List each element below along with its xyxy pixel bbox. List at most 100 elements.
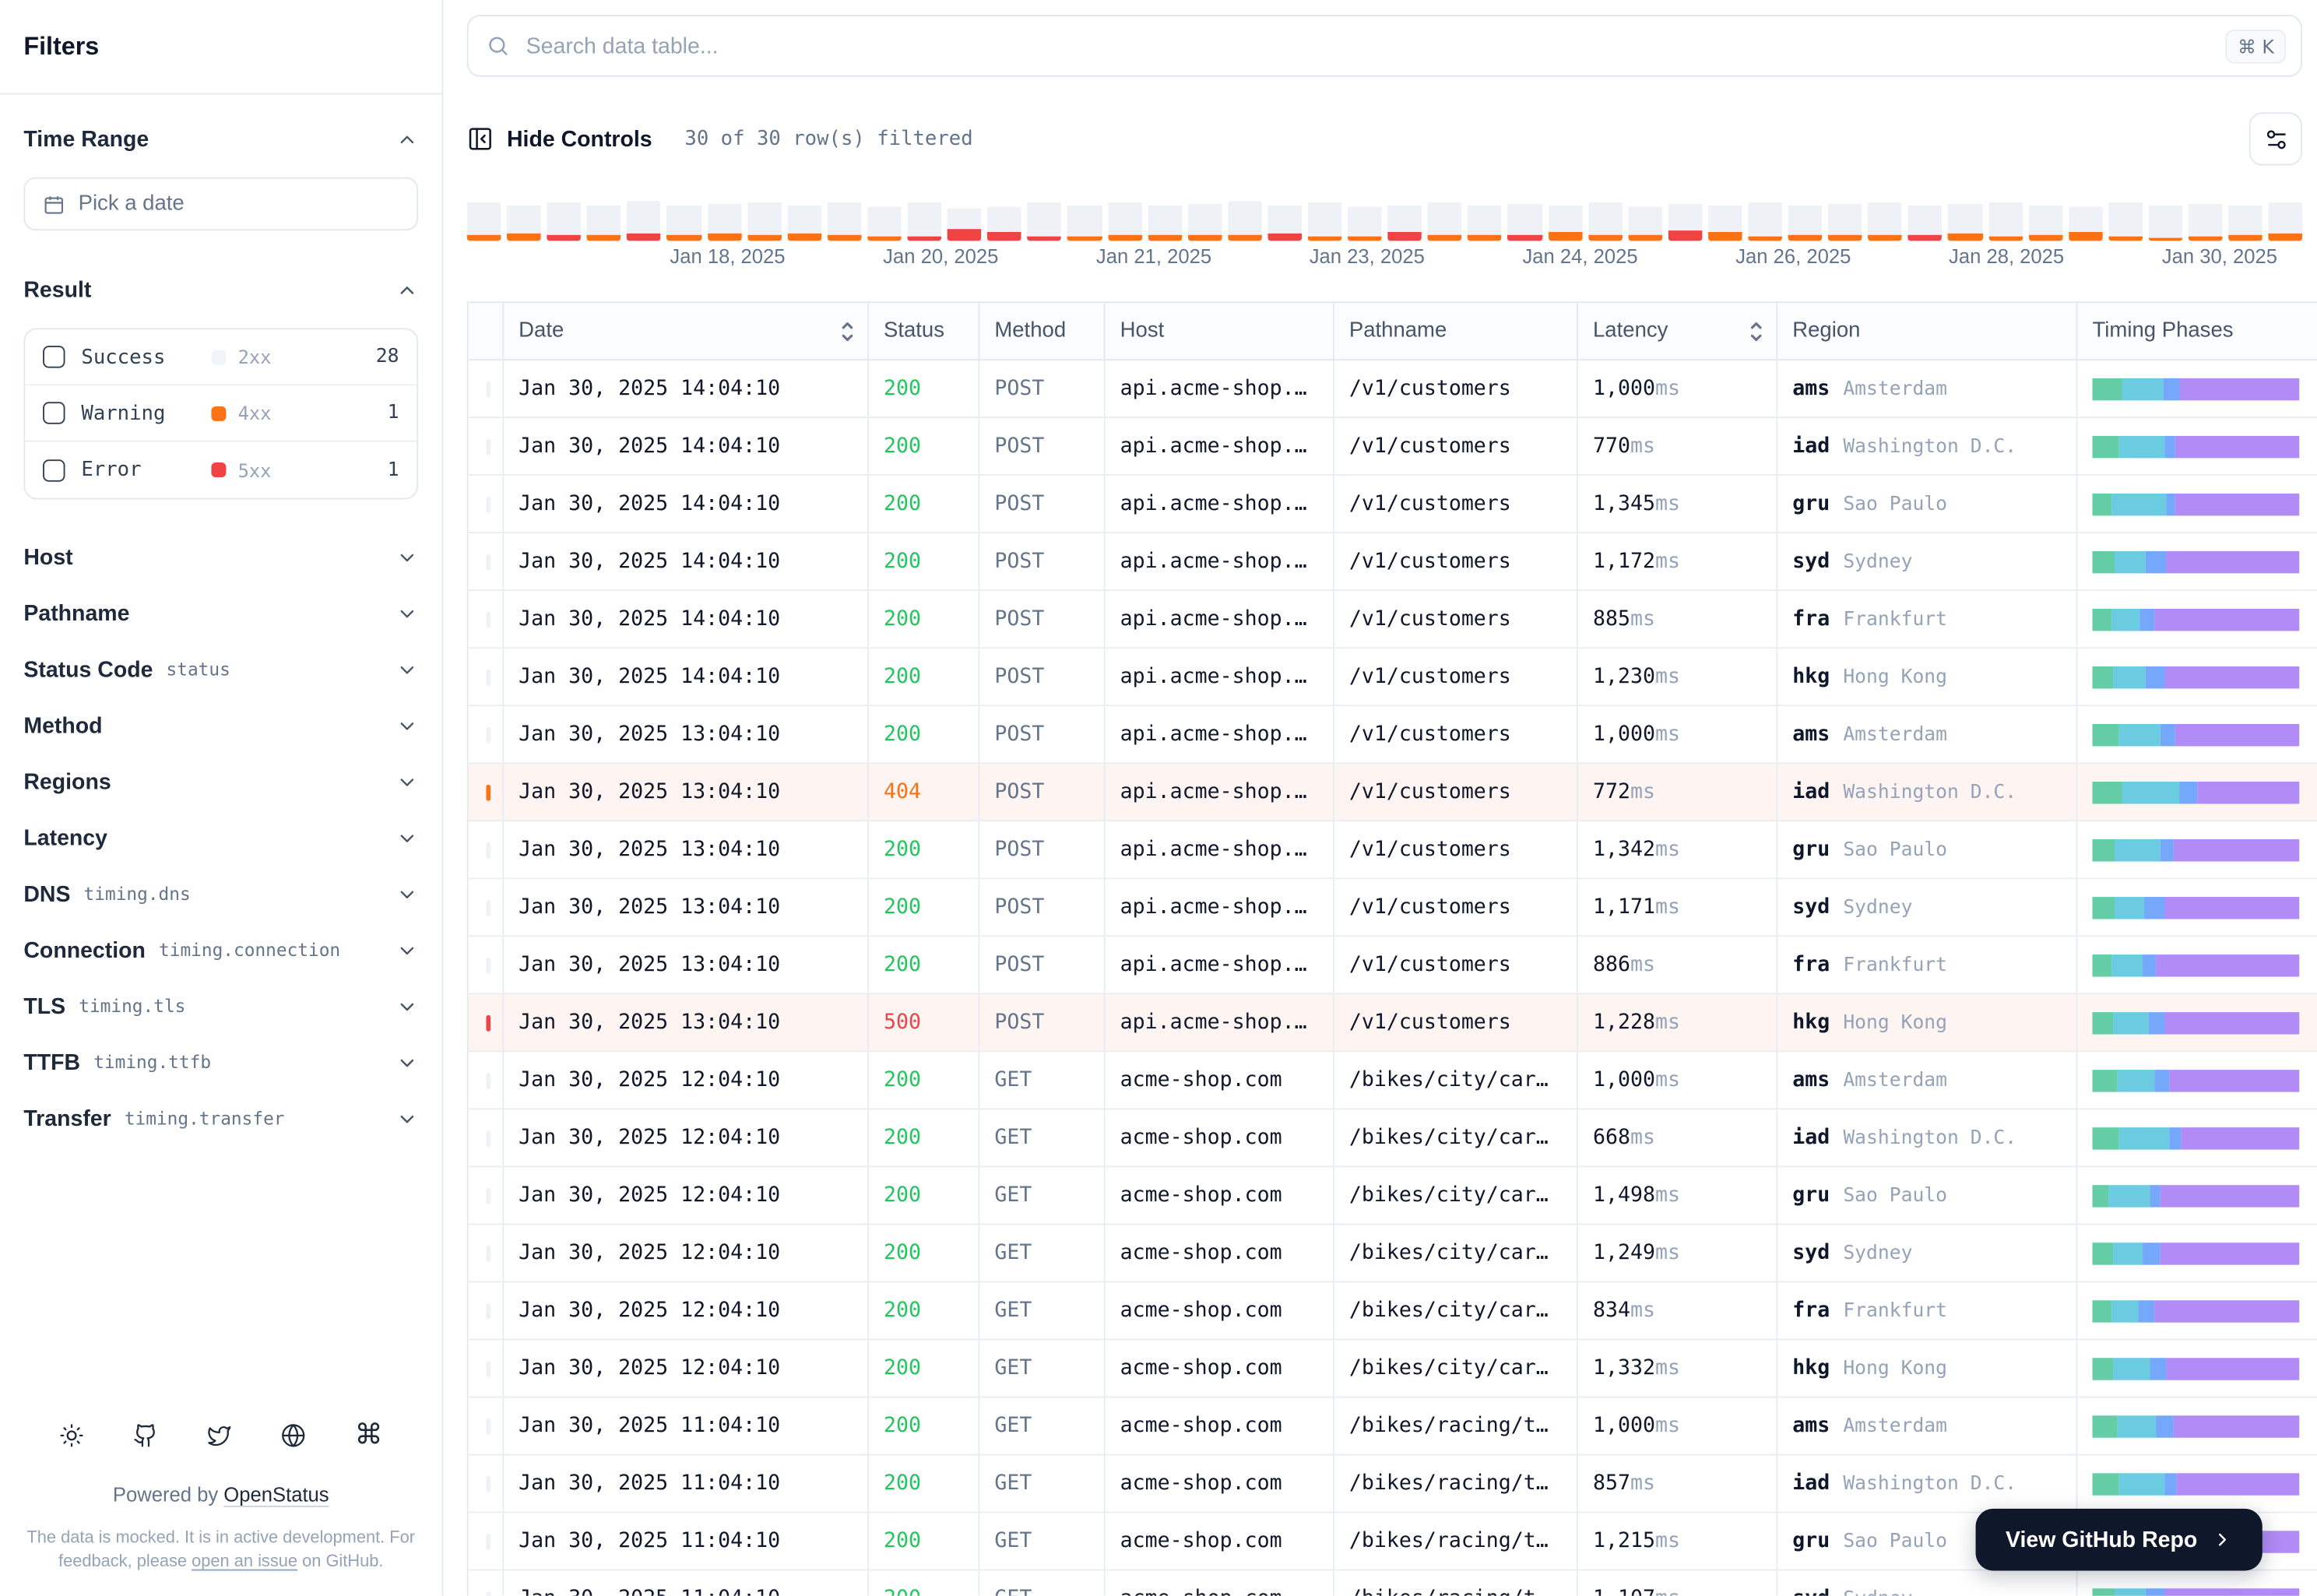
- cell-select[interactable]: [469, 418, 505, 475]
- column-header-pathname[interactable]: Pathname: [1334, 303, 1579, 360]
- cell-select[interactable]: [469, 1397, 505, 1454]
- row-checkbox[interactable]: [486, 1071, 491, 1088]
- column-header-method[interactable]: Method: [979, 303, 1106, 360]
- result-header[interactable]: Result: [23, 275, 418, 304]
- table-row[interactable]: Jan 30, 2025 11:04:10200GETacme-shop.com…: [468, 1455, 2317, 1513]
- filter-section-transfer[interactable]: Transfer timing.transfer: [0, 1091, 441, 1147]
- row-checkbox[interactable]: [486, 841, 491, 858]
- view-options-button[interactable]: [2248, 112, 2303, 166]
- cell-select[interactable]: [469, 1570, 505, 1596]
- column-header-region[interactable]: Region: [1777, 303, 2078, 360]
- row-checkbox[interactable]: [486, 1360, 491, 1376]
- timeline-bar[interactable]: [1828, 201, 1862, 241]
- row-checkbox[interactable]: [486, 726, 491, 743]
- row-checkbox[interactable]: [486, 380, 491, 397]
- openstatus-link[interactable]: OpenStatus: [223, 1483, 329, 1505]
- row-checkbox[interactable]: [486, 1591, 491, 1596]
- timeline-bar[interactable]: [2228, 201, 2263, 241]
- timeline-bar[interactable]: [907, 201, 942, 241]
- row-checkbox[interactable]: [486, 610, 491, 628]
- row-checkbox[interactable]: [486, 1187, 491, 1204]
- time-range-header[interactable]: Time Range: [23, 124, 418, 153]
- row-checkbox[interactable]: [486, 1245, 491, 1261]
- table-row[interactable]: Jan 30, 2025 12:04:10 200 GET acme-shop.com…: [468, 1109, 2317, 1168]
- column-header-host[interactable]: Host: [1106, 303, 1334, 360]
- table-row[interactable]: Jan 30, 2025 12:04:10 200 GET acme-shop.com…: [468, 1340, 2317, 1398]
- timeline-bar[interactable]: [1107, 201, 1142, 241]
- table-row[interactable]: Jan 30, 2025 12:04:10 200 GET acme-shop.com…: [468, 1052, 2317, 1110]
- view-github-repo-button[interactable]: View GitHub Repo: [1976, 1508, 2263, 1571]
- table-row[interactable]: Jan 30, 2025 13:04:10 200 POST api.acme-sho…: [468, 879, 2317, 937]
- timeline-bar[interactable]: [2108, 201, 2143, 241]
- timeline-bar[interactable]: [747, 201, 782, 241]
- row-checkbox[interactable]: [486, 668, 491, 685]
- timeline-bar[interactable]: [666, 201, 701, 241]
- timeline-bar[interactable]: [867, 201, 902, 241]
- timeline-bar[interactable]: [1507, 201, 1542, 241]
- filter-section-method[interactable]: Method: [0, 698, 441, 754]
- filter-section-connection[interactable]: Connection timing.connection: [0, 922, 441, 978]
- table-row[interactable]: Jan 30, 2025 13:04:10 200 POST api.acme-sho…: [468, 821, 2317, 880]
- timeline-bar[interactable]: [507, 201, 542, 241]
- result-item-error[interactable]: Error 5xx 1: [25, 441, 417, 498]
- row-checkbox[interactable]: [486, 956, 491, 973]
- timeline-bar[interactable]: [1187, 201, 1222, 241]
- table-row[interactable]: Jan 30, 2025 13:04:10 200 POST api.acme-sho…: [468, 937, 2317, 995]
- twitter-icon[interactable]: [207, 1422, 232, 1447]
- table-row[interactable]: Jan 30, 2025 12:04:10 200 GET acme-shop.com…: [468, 1225, 2317, 1283]
- command-icon[interactable]: ⌘: [355, 1420, 383, 1448]
- table-row[interactable]: Jan 30, 2025 12:04:10 200 GET acme-shop.com…: [468, 1167, 2317, 1225]
- filter-section-pathname[interactable]: Pathname: [0, 585, 441, 642]
- cell-select[interactable]: [469, 879, 505, 936]
- cell-select[interactable]: [469, 360, 505, 417]
- cell-select[interactable]: [469, 533, 505, 590]
- timeline-bar[interactable]: [466, 201, 501, 241]
- timeline-bar[interactable]: [1468, 201, 1503, 241]
- timeline-bar[interactable]: [1707, 201, 1742, 241]
- timeline-bar[interactable]: [1748, 201, 1783, 241]
- timeline-bar[interactable]: [787, 201, 821, 241]
- timeline-bar[interactable]: [587, 201, 621, 241]
- sun-icon[interactable]: [59, 1422, 84, 1447]
- row-checkbox[interactable]: [486, 1302, 491, 1319]
- timeline-bar[interactable]: [1868, 201, 1903, 241]
- hide-controls-button[interactable]: Hide Controls: [467, 125, 652, 152]
- date-picker-button[interactable]: Pick a date: [23, 177, 419, 231]
- cell-select[interactable]: [469, 937, 505, 993]
- timeline-bar[interactable]: [1067, 201, 1102, 241]
- cell-select[interactable]: [469, 1109, 505, 1166]
- filter-section-latency[interactable]: Latency: [0, 810, 441, 866]
- timeline-bar[interactable]: [1427, 201, 1462, 241]
- timeline-bar[interactable]: [1907, 201, 1943, 241]
- cell-select[interactable]: [469, 1340, 505, 1397]
- cell-select[interactable]: [469, 591, 505, 648]
- table-row[interactable]: Jan 30, 2025 14:04:10 200 POST api.acme-sho…: [468, 418, 2317, 476]
- timeline-chart[interactable]: [466, 201, 2303, 241]
- timeline-bar[interactable]: [987, 201, 1022, 241]
- table-row[interactable]: Jan 30, 2025 11:04:10200GETacme-shop.com…: [468, 1570, 2317, 1596]
- cell-select[interactable]: [469, 1052, 505, 1109]
- row-checkbox[interactable]: [486, 1475, 491, 1492]
- timeline-bar[interactable]: [2028, 201, 2063, 241]
- filter-section-ttfb[interactable]: TTFB timing.ttfb: [0, 1035, 441, 1091]
- timeline-bar[interactable]: [2148, 201, 2183, 241]
- cell-select[interactable]: [469, 821, 505, 878]
- row-checkbox[interactable]: [486, 783, 491, 800]
- filter-section-status-code[interactable]: Status Code status: [0, 642, 441, 698]
- timeline-bar[interactable]: [1147, 201, 1182, 241]
- cell-select[interactable]: [469, 706, 505, 763]
- row-checkbox[interactable]: [486, 495, 491, 512]
- timeline-bar[interactable]: [1548, 201, 1583, 241]
- filter-section-dns[interactable]: DNS timing.dns: [0, 866, 441, 922]
- timeline-bar[interactable]: [1587, 201, 1623, 241]
- cell-select[interactable]: [469, 1455, 505, 1512]
- search-input[interactable]: [522, 31, 2226, 60]
- timeline-bar[interactable]: [1668, 201, 1703, 241]
- timeline-bar[interactable]: [1227, 201, 1262, 241]
- timeline-bar[interactable]: [1948, 201, 1983, 241]
- result-item-warning[interactable]: Warning 4xx 1: [25, 385, 417, 442]
- timeline-bar[interactable]: [2068, 201, 2103, 241]
- cell-select[interactable]: [469, 1513, 505, 1570]
- timeline-bar[interactable]: [2268, 201, 2303, 241]
- globe-icon[interactable]: [281, 1422, 306, 1447]
